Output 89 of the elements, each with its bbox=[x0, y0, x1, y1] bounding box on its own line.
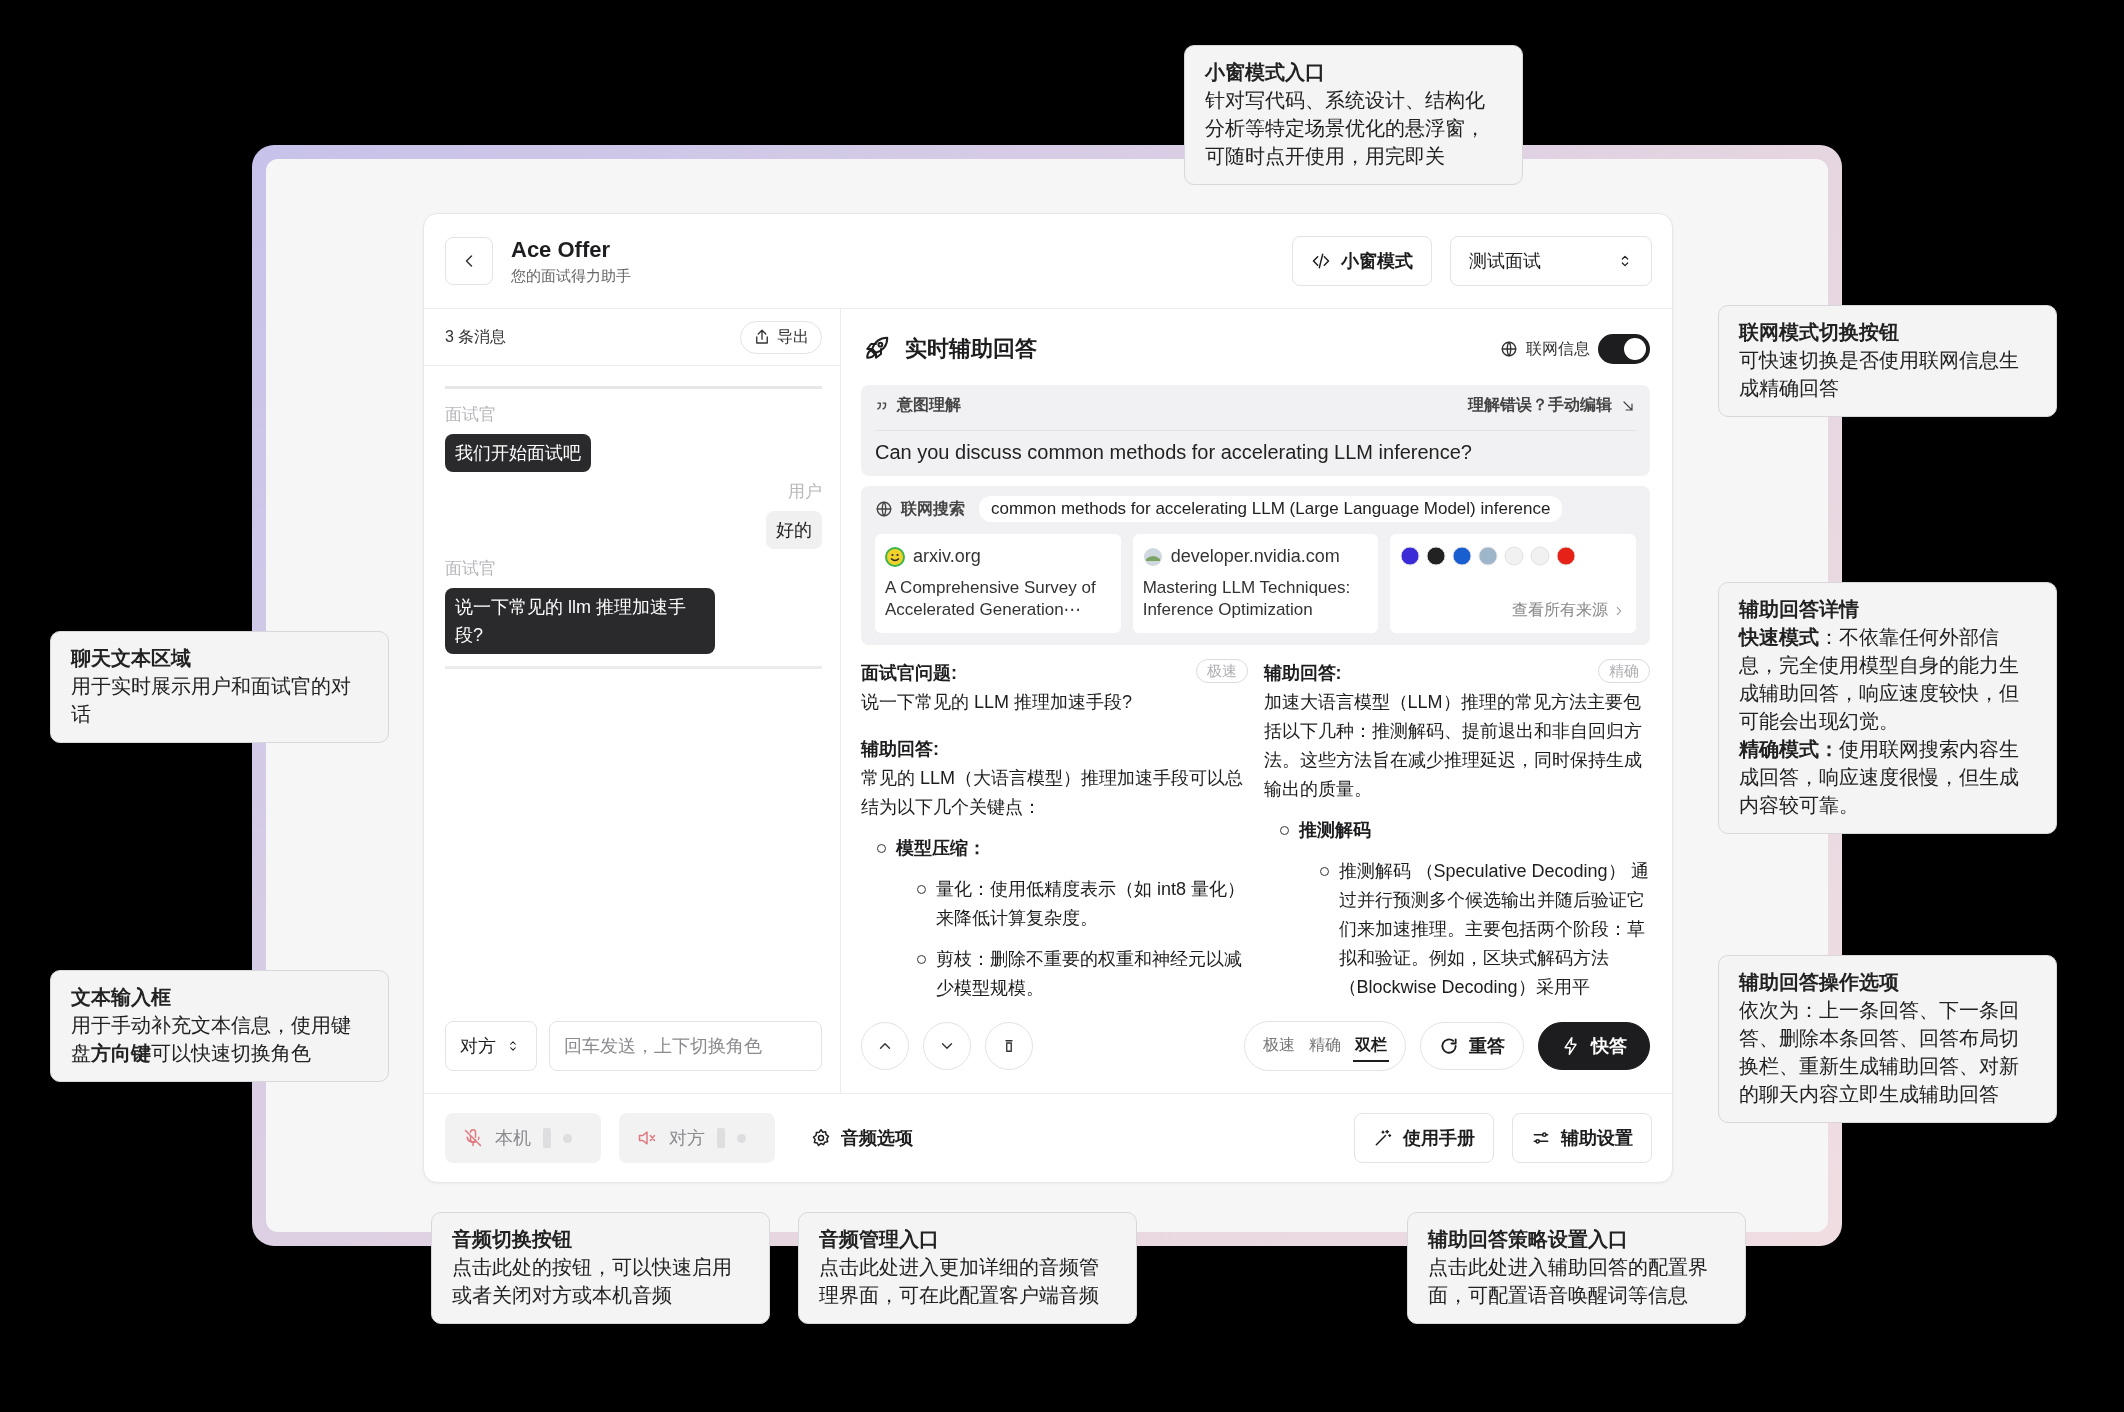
site-icon bbox=[1556, 546, 1577, 566]
site-icon bbox=[1504, 546, 1525, 566]
callout-text: 用于实时展示用户和面试官的对话 bbox=[71, 674, 352, 727]
site-icon bbox=[885, 546, 905, 567]
answer-text: 常见的 LLM（大语言模型）推理加速手段可以总结为以下几个关键点： bbox=[861, 767, 1245, 819]
callout-title: 文本输入框 bbox=[71, 985, 172, 1010]
settings-icon bbox=[811, 1128, 831, 1148]
chat-bubble: 说一下常见的 llm 推理加速手段? bbox=[445, 588, 715, 654]
globe-icon bbox=[875, 500, 893, 518]
callout-text: 依次为：上一条回答、下一条回答、删除本条回答、回答布局切换栏、重新生成辅助回答、对新的聊天内容立即生成辅助回答 bbox=[1739, 998, 2020, 1107]
site-icon bbox=[1400, 546, 1421, 566]
answer-heading: 辅助回答: bbox=[1263, 662, 1342, 685]
layout-option[interactable]: 精确 bbox=[1307, 1030, 1343, 1062]
app-title: Ace Offer bbox=[511, 236, 612, 263]
source-card[interactable]: 查看所有来源 bbox=[1390, 534, 1636, 633]
source-title: A Comprehensive Survey of Accelerated Generation⋯ bbox=[885, 577, 1097, 621]
refresh-icon bbox=[1439, 1036, 1459, 1056]
callout-text: 快速模式：不依靠任何外部信息，完全使用模型自身的能力生成辅助回答，响应速度较快，但可能会出现幻觉。 bbox=[1739, 625, 2020, 734]
speaker-label: 面试官 bbox=[445, 558, 496, 580]
all-sources-link[interactable]: 查看所有来源 bbox=[1512, 600, 1626, 621]
answer-heading: 辅助回答: bbox=[861, 738, 940, 761]
callout-title: 辅助回答操作选项 bbox=[1739, 970, 1900, 995]
layout-option[interactable]: 极速 bbox=[1261, 1030, 1297, 1062]
share-icon bbox=[753, 328, 771, 346]
callout-text: 点击此处的按钮，可以快速启用或者关闭对方或本机音频 bbox=[452, 1255, 733, 1308]
role-select[interactable]: 对方 bbox=[445, 1021, 537, 1071]
input-field[interactable]: 回车发送，上下切换角色 bbox=[549, 1021, 822, 1071]
callout-title: 音频管理入口 bbox=[819, 1227, 940, 1252]
intent-label: 意图理解 bbox=[897, 395, 961, 415]
regenerate-button[interactable]: 重答 bbox=[1420, 1022, 1524, 1070]
callout-title: 音频切换按钮 bbox=[452, 1227, 573, 1252]
quick-answer-button[interactable]: 快答 bbox=[1538, 1022, 1650, 1070]
code-icon bbox=[1311, 251, 1331, 271]
search-label: 联网搜索 bbox=[901, 498, 965, 519]
site-icon bbox=[1452, 546, 1473, 566]
callout-title: 辅助回答详情 bbox=[1739, 597, 1860, 622]
site-icon bbox=[1478, 546, 1499, 566]
callout-text: 点击此处进入更加详细的音频管理界面，可在此配置客户端音频 bbox=[819, 1255, 1100, 1308]
answer-text: 加速大语言模型（LLM）推理的常见方法主要包括以下几种：推测解码、提前退出和非自回归方法。这些方法旨在减少推理延迟，同时保持生成输出的质量。 bbox=[1263, 691, 1643, 801]
source-site: developer.nvidia.com bbox=[1170, 546, 1340, 567]
source-title: Mastering LLM Techniques: Inference Optimization bbox=[1142, 577, 1352, 621]
settings-button[interactable]: 辅助设置 bbox=[1512, 1113, 1652, 1163]
globe-icon bbox=[1500, 340, 1518, 358]
bullet-text: 量化：使用低精度表示（如 int8 量化）来降低计算复杂度。 bbox=[936, 878, 1247, 930]
web-toggle[interactable] bbox=[1598, 334, 1650, 364]
site-icon bbox=[1530, 546, 1551, 566]
app-subtitle: 您的面试得力助手 bbox=[511, 266, 632, 286]
answer-heading: 面试官问题: bbox=[861, 662, 957, 685]
message-count: 3 条消息 bbox=[445, 326, 507, 347]
bullet-text: 剪枝：删除不重要的权重和神经元以减少模型规模。 bbox=[936, 948, 1243, 1000]
next-answer-button[interactable] bbox=[923, 1022, 971, 1070]
back-button[interactable] bbox=[445, 237, 493, 285]
callout-title: 联网模式切换按钮 bbox=[1739, 320, 1900, 345]
delete-button[interactable] bbox=[985, 1022, 1033, 1070]
search-query: common methods for accelerating LLM (Large Language Model) inference bbox=[979, 496, 1563, 522]
callout-text: 点击此处进入辅助回答的配置界面，可配置语音唤醒词等信息 bbox=[1428, 1255, 1709, 1308]
toggle-label: 联网信息 bbox=[1526, 338, 1590, 359]
muted-microphone-icon bbox=[463, 1128, 483, 1148]
callout-text: 用于手动补充文本信息，使用键盘方向键可以快速切换角色 bbox=[71, 1013, 352, 1066]
layout-option[interactable]: 双栏 bbox=[1353, 1030, 1389, 1062]
wand-icon bbox=[1373, 1128, 1393, 1148]
previous-answer-button[interactable] bbox=[861, 1022, 909, 1070]
callout-text: 精确模式：使用联网搜索内容生成回答，响应速度很慢，但生成内容较可靠。 bbox=[1739, 737, 2020, 818]
source-site: arxiv.org bbox=[913, 546, 981, 567]
panel-title: 实时辅助回答 bbox=[905, 335, 1038, 363]
export-button[interactable]: 导出 bbox=[740, 320, 822, 354]
mode-select[interactable]: 测试面试 bbox=[1450, 236, 1652, 286]
callout-title: 聊天文本区域 bbox=[71, 646, 192, 671]
speaker-label: 用户 bbox=[788, 481, 822, 503]
answer-text: 说一下常见的 LLM 推理加速手段? bbox=[861, 691, 1134, 714]
site-icon bbox=[1142, 546, 1163, 567]
chat-bubble: 好的 bbox=[766, 511, 822, 549]
audio-options-button[interactable]: 音频选项 bbox=[805, 1125, 919, 1151]
mini-mode-button[interactable]: 小窗模式 bbox=[1292, 236, 1432, 286]
source-card[interactable]: developer.nvidia.com Mastering LLM Techniques: Inference Optimization bbox=[1132, 534, 1379, 633]
chat-bubble: 我们开始面试吧 bbox=[445, 434, 591, 472]
intent-text: Can you discuss common methods for accelerating LLM inference? bbox=[875, 430, 1636, 464]
bullet-text: 模型压缩： bbox=[896, 837, 986, 860]
site-icon bbox=[1426, 546, 1447, 566]
callout-title: 辅助回答策略设置入口 bbox=[1428, 1227, 1629, 1252]
callout-title: 小窗模式入口 bbox=[1205, 60, 1326, 85]
speaker-label: 面试官 bbox=[445, 404, 496, 426]
edit-link[interactable]: 理解错误？手动编辑 bbox=[1468, 395, 1636, 416]
source-card[interactable]: arxiv.org A Comprehensive Survey of Accelerated Generation⋯ bbox=[875, 534, 1121, 633]
bullet-text: 推测解码 （Speculative Decoding） 通过并行预测多个候选输出并随后验证它们来加速推理。主要包括两个阶段：草拟和验证。例如，区块式解码方法（Blockwise Decoding）采用平 bbox=[1338, 860, 1650, 999]
callout-text: 针对写代码、系统设计、结构化分析等特定场景优化的悬浮窗，可随时点开使用，用完即关 bbox=[1205, 88, 1486, 169]
bullet-text: 推测解码 bbox=[1298, 819, 1371, 842]
manual-button[interactable]: 使用手册 bbox=[1354, 1113, 1494, 1163]
callout-text: 可快速切换是否使用联网信息生成精确回答 bbox=[1739, 348, 2020, 401]
